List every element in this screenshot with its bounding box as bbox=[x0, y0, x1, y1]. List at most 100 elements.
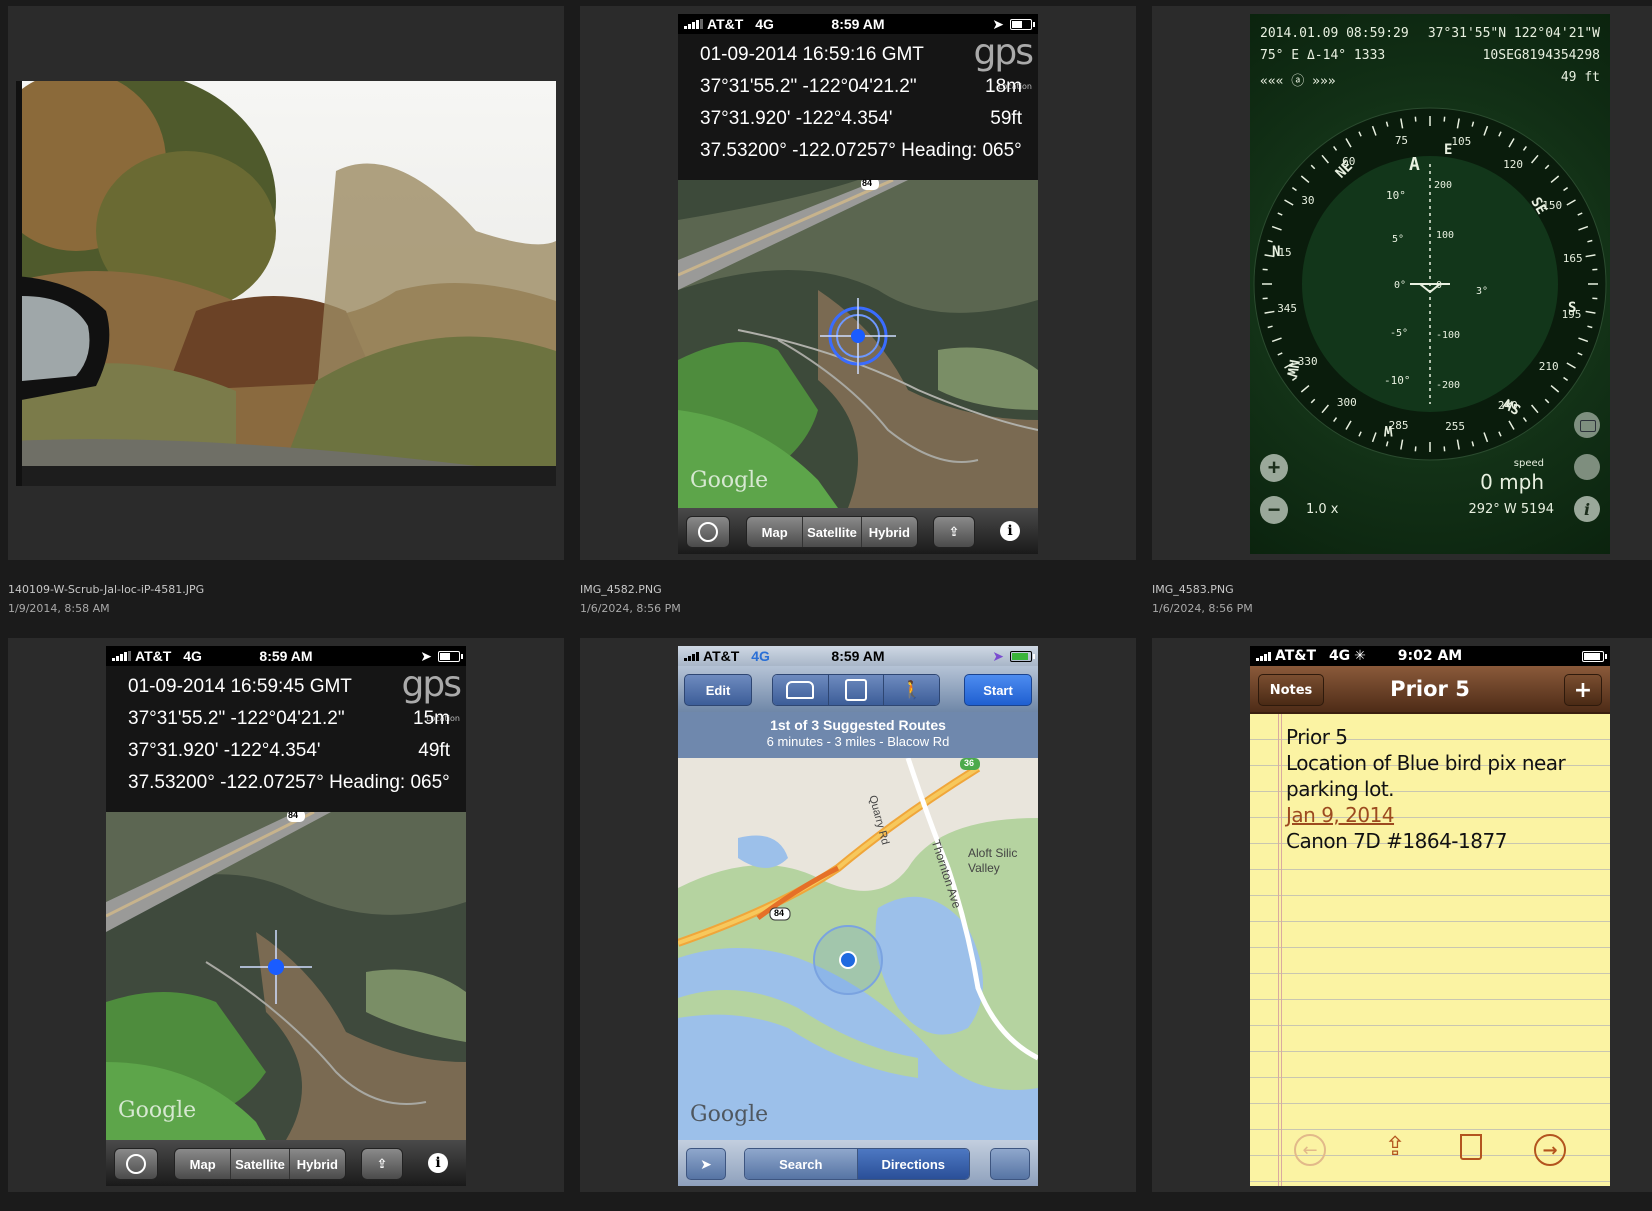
gps-screenshot-2[interactable]: AT&T 4G 8:59 AM ➤ gps Location 01-09-2014… bbox=[106, 646, 466, 1186]
plus-icon: + bbox=[1267, 455, 1281, 480]
delete-note-button[interactable] bbox=[1458, 1132, 1484, 1162]
shield-84: 84 bbox=[774, 908, 785, 918]
compass-ring-numbers: 75 105 120 150 165 195 210 240 255 285 300 330 345 15… bbox=[1250, 104, 1610, 464]
note-line-1: Prior 5 bbox=[1286, 725, 1348, 749]
map-toggle-button[interactable] bbox=[1574, 454, 1600, 480]
plus-icon: + bbox=[1573, 677, 1593, 703]
search-tab[interactable]: Search bbox=[745, 1149, 858, 1179]
start-button[interactable]: Start bbox=[964, 674, 1032, 706]
bus-icon bbox=[845, 679, 867, 701]
date-3: 1/6/2024, 8:56 PM bbox=[1152, 602, 1253, 615]
gps-info-panel: gps Location 01-09-2014 16:59:45 GMT 37°3… bbox=[106, 666, 466, 812]
compass-screenshot[interactable]: 2014.01.09 08:59:29 37°31'55"N 122°04'21… bbox=[1250, 14, 1610, 554]
compass-ring-number: 210 bbox=[1538, 360, 1559, 374]
compass-ring-number: 30 bbox=[1301, 193, 1315, 207]
locate-button[interactable] bbox=[114, 1148, 158, 1180]
zoom-in-button[interactable]: + bbox=[1260, 454, 1288, 482]
share-button[interactable]: ⇪ bbox=[933, 516, 975, 548]
clock: 8:59 AM bbox=[831, 648, 885, 664]
gallery-cell-2[interactable]: AT&T 4G 8:59 AM ➤ gps Location 01-09-2014… bbox=[580, 6, 1136, 560]
compass-ring-number: 150 bbox=[1542, 199, 1563, 213]
compass-ring-number: 105 bbox=[1451, 135, 1472, 149]
edit-button[interactable]: Edit bbox=[684, 674, 752, 706]
gallery-cell-5[interactable]: AT&T 4G 8:59 AM ➤ Edit 🚶 Start 1st of 3 … bbox=[580, 638, 1136, 1192]
directions-tab[interactable]: Directions bbox=[857, 1149, 969, 1179]
filename-1: 140109-W-Scrub-Jal-loc-iP-4581.JPG bbox=[8, 583, 205, 596]
clock: 8:59 AM bbox=[831, 16, 885, 32]
camera-button[interactable] bbox=[1574, 412, 1600, 438]
gps-screenshot-1[interactable]: AT&T 4G 8:59 AM ➤ gps Location 01-09-2014… bbox=[678, 14, 1038, 554]
gallery-cell-3[interactable]: 2014.01.09 08:59:29 37°31'55"N 122°04'21… bbox=[1152, 6, 1652, 560]
compass-ring-number: 15 bbox=[1278, 245, 1292, 259]
info-icon: i bbox=[1583, 499, 1591, 519]
caption-1: 140109-W-Scrub-Jal-loc-iP-4581.JPG 1/9/2… bbox=[8, 580, 204, 618]
location-arrow-icon: ➤ bbox=[420, 647, 432, 664]
gps-datetime: 01-09-2014 16:59:16 GMT bbox=[700, 44, 924, 65]
transit-mode-button[interactable] bbox=[828, 675, 885, 705]
compass-arrows: ««« ⓐ »»» bbox=[1260, 74, 1336, 89]
compass-ring-number: 345 bbox=[1277, 302, 1298, 316]
road-map-image bbox=[678, 757, 1038, 1140]
satellite-map[interactable]: 84 Google bbox=[106, 810, 466, 1140]
notes-paper[interactable]: Prior 5 Location of Blue bird pix near p… bbox=[1250, 714, 1610, 1186]
compass-ring-number: 120 bbox=[1503, 158, 1524, 172]
map-button[interactable]: Map bbox=[175, 1149, 232, 1179]
speed-value: 0 mph bbox=[1480, 470, 1544, 494]
share-icon: ⇪ bbox=[1384, 1132, 1406, 1162]
map-button[interactable]: Map bbox=[747, 517, 804, 547]
status-bar: AT&T 4G 8:59 AM ➤ bbox=[678, 646, 1038, 666]
google-logo: Google bbox=[118, 1098, 197, 1123]
gps-dms: 37°31'55.2" -122°04'21.2" bbox=[700, 76, 917, 97]
gps-accuracy-m: 15m bbox=[413, 708, 450, 729]
photo-thumbnail[interactable] bbox=[16, 81, 556, 486]
map-toolbar: Map Satellite Hybrid ⇪ i bbox=[678, 508, 1038, 554]
compass-bearing: 75° E Δ-14° 1333 bbox=[1260, 48, 1386, 63]
page-curl-button[interactable] bbox=[990, 1148, 1030, 1180]
compass-ring-number: 165 bbox=[1562, 251, 1583, 265]
info-icon: i bbox=[435, 1155, 441, 1171]
satellite-map-image bbox=[678, 178, 1038, 508]
compass-info-button[interactable]: i bbox=[1574, 496, 1600, 522]
location-arrow-icon: ➤ bbox=[700, 1155, 712, 1172]
satellite-map-image bbox=[106, 810, 466, 1140]
satellite-button[interactable]: Satellite bbox=[231, 1149, 290, 1179]
compass-grid-ref: 10SEG8194354298 bbox=[1482, 48, 1600, 63]
hybrid-button[interactable]: Hybrid bbox=[289, 1149, 345, 1179]
caption-3: IMG_4583.PNG 1/6/2024, 8:56 PM bbox=[1152, 580, 1253, 618]
notes-screenshot[interactable]: AT&T 4G ✳ 9:02 AM Notes Prior 5 + Prior 5… bbox=[1250, 646, 1610, 1186]
clock: 8:59 AM bbox=[259, 648, 313, 664]
speed-label: speed bbox=[1513, 458, 1544, 469]
road-map[interactable]: 84 36 Quarry Rd Thornton Ave Aloft Silic… bbox=[678, 757, 1038, 1140]
gallery-cell-4[interactable]: AT&T 4G 8:59 AM ➤ gps Location 01-09-2014… bbox=[8, 638, 564, 1192]
google-logo: Google bbox=[690, 1102, 769, 1127]
zoom-out-button[interactable]: − bbox=[1260, 496, 1288, 524]
next-note-button[interactable]: → bbox=[1534, 1134, 1566, 1166]
info-button[interactable]: i bbox=[428, 1153, 448, 1173]
satellite-button[interactable]: Satellite bbox=[803, 517, 862, 547]
locate-button[interactable] bbox=[686, 516, 730, 548]
crosshair-icon bbox=[126, 1154, 146, 1174]
arrow-left-icon: ← bbox=[1302, 1139, 1318, 1161]
maps-directions-screenshot[interactable]: AT&T 4G 8:59 AM ➤ Edit 🚶 Start 1st of 3 … bbox=[678, 646, 1038, 1186]
info-button[interactable]: i bbox=[1000, 521, 1020, 541]
compass-coords: 37°31'55"N 122°04'21"W bbox=[1427, 26, 1600, 41]
scrub-photo-image bbox=[16, 81, 556, 486]
hybrid-button[interactable]: Hybrid bbox=[861, 517, 917, 547]
gallery-cell-6[interactable]: AT&T 4G ✳ 9:02 AM Notes Prior 5 + Prior 5… bbox=[1152, 638, 1652, 1192]
gallery-cell-1[interactable] bbox=[8, 6, 564, 560]
add-note-button[interactable]: + bbox=[1564, 674, 1602, 706]
share-button[interactable]: ⇪ bbox=[361, 1148, 403, 1180]
current-location-button[interactable]: ➤ bbox=[686, 1148, 726, 1180]
compass-ring-number: 75 bbox=[1394, 134, 1409, 148]
battery-icon bbox=[1010, 650, 1035, 662]
share-icon: ⇪ bbox=[376, 1156, 388, 1171]
walk-mode-button[interactable]: 🚶 bbox=[884, 675, 939, 705]
filename-2: IMG_4582.PNG bbox=[580, 583, 662, 596]
compass-ring-number: 195 bbox=[1561, 308, 1582, 322]
satellite-map[interactable]: 84 Google bbox=[678, 178, 1038, 508]
caption-2: IMG_4582.PNG 1/6/2024, 8:56 PM bbox=[580, 580, 681, 618]
drive-mode-button[interactable] bbox=[773, 675, 829, 705]
note-line-5: Canon 7D #1864-1877 bbox=[1286, 829, 1507, 853]
share-note-button[interactable]: ⇪ bbox=[1378, 1132, 1412, 1162]
prev-note-button[interactable]: ← bbox=[1294, 1134, 1326, 1166]
